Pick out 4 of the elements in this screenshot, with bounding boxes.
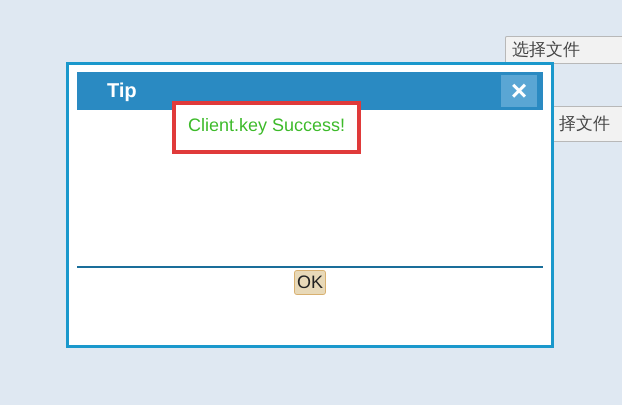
ok-button[interactable]: OK [294, 270, 326, 295]
success-message: Client.key Success! [172, 101, 362, 154]
dialog-title: Tip [107, 80, 137, 102]
choose-file-button[interactable]: 选择文件 [505, 36, 622, 64]
